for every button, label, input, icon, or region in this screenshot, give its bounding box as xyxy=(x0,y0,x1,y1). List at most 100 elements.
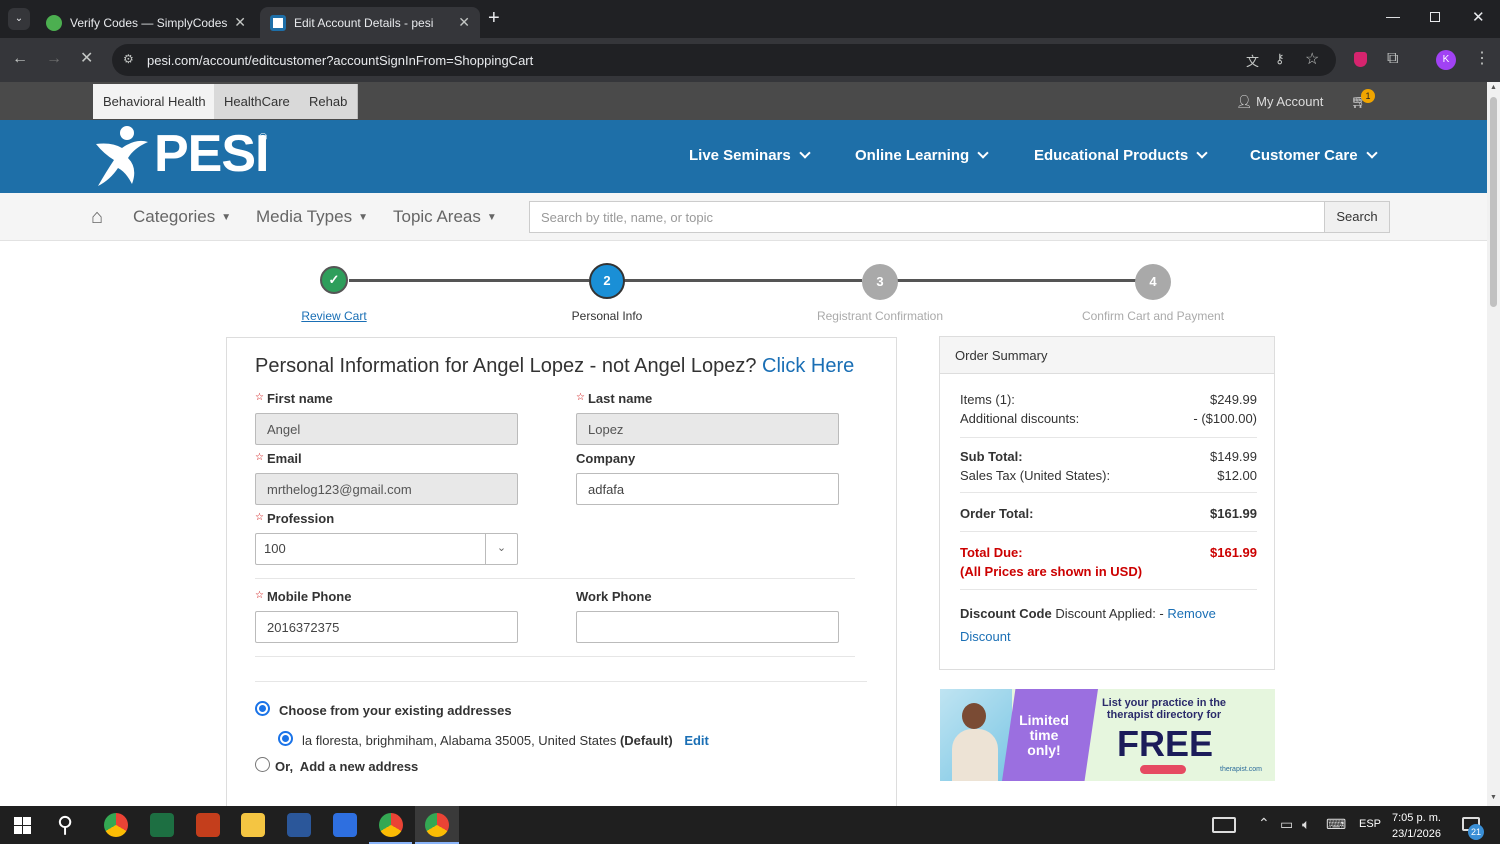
existing-address-radio[interactable] xyxy=(255,701,270,716)
not-you-click-here-link[interactable]: Click Here xyxy=(762,355,854,377)
search-input[interactable]: Search by title, name, or topic xyxy=(529,201,1325,233)
new-address-radio[interactable] xyxy=(255,757,270,772)
clock-time: 7:05 p. m. xyxy=(1392,812,1441,824)
my-account-link[interactable]: 👤︎ My Account xyxy=(1236,94,1323,110)
tab-title: Edit Account Details - pesi xyxy=(294,15,434,30)
stop-loading-icon[interactable]: ✕ xyxy=(80,51,93,67)
media-types-dropdown[interactable]: Media Types ▼ xyxy=(256,207,368,227)
person-head xyxy=(962,703,986,729)
tab-behavioral-health[interactable]: Behavioral Health xyxy=(93,84,217,119)
close-icon[interactable]: ✕ xyxy=(1472,8,1485,26)
close-tab-icon[interactable]: ✕ xyxy=(234,14,246,31)
clock[interactable]: 7:05 p. m. 23/1/2026 xyxy=(1392,810,1441,842)
network-icon[interactable]: ▭ xyxy=(1280,816,1293,833)
therapist-ad-banner[interactable]: Limited time only! List your practice in… xyxy=(940,689,1275,781)
step-1-review-cart[interactable]: ✓ xyxy=(320,266,348,294)
divider xyxy=(960,492,1257,493)
profession-select[interactable]: 100 ⌄ xyxy=(255,533,518,565)
work-phone-field[interactable] xyxy=(576,611,839,643)
last-name-field[interactable]: Lopez xyxy=(576,413,839,445)
chrome-icon xyxy=(379,813,403,837)
back-icon[interactable]: ← xyxy=(12,51,28,67)
home-icon[interactable]: ⌂ xyxy=(91,206,103,229)
chevron-down-icon xyxy=(799,147,811,159)
chrome-icon[interactable] xyxy=(104,813,128,837)
discount-code-row: Discount Code Discount Applied: - Remove… xyxy=(960,602,1240,648)
site-info-icon[interactable]: ⚙ xyxy=(123,52,134,66)
start-windows-icon[interactable] xyxy=(14,817,31,834)
first-name-field[interactable]: Angel xyxy=(255,413,518,445)
pesi-figure-icon xyxy=(96,126,148,186)
topic-areas-dropdown[interactable]: Topic Areas ▼ xyxy=(393,207,497,227)
tab-search-button[interactable]: ⌄ xyxy=(8,8,30,30)
scrollbar-thumb[interactable] xyxy=(1490,97,1497,307)
nav-online-learning[interactable]: Online Learning xyxy=(855,147,989,164)
nav-customer-care[interactable]: Customer Care xyxy=(1250,147,1378,164)
chrome-window-2[interactable] xyxy=(415,806,459,844)
powerpoint-icon[interactable] xyxy=(196,813,220,837)
page-scrollbar[interactable]: ▲ ▼ xyxy=(1487,82,1500,806)
scroll-up-icon[interactable]: ▲ xyxy=(1490,84,1497,91)
forward-icon[interactable]: → xyxy=(46,51,62,67)
company-field[interactable]: adfafa xyxy=(576,473,839,505)
translate-icon[interactable]: 文 xyxy=(1246,51,1259,70)
profession-label: ☆ Profession xyxy=(255,511,334,526)
chrome-window-1[interactable] xyxy=(369,806,412,844)
file-explorer-icon[interactable] xyxy=(241,813,265,837)
order-total-label: Order Total: xyxy=(960,506,1034,521)
discount-applied-text: Discount Applied: - xyxy=(1055,606,1164,621)
profile-avatar[interactable]: K xyxy=(1436,50,1456,70)
address-bar[interactable]: ⚙ pesi.com/account/editcustomer?accountS… xyxy=(112,44,1336,76)
mobile-phone-field[interactable]: 2016372375 xyxy=(255,611,518,643)
scroll-down-icon[interactable]: ▼ xyxy=(1490,794,1497,801)
subtotal-row: Sub Total: $149.99 xyxy=(960,449,1257,464)
extensions-puzzle-icon[interactable]: ⧉ xyxy=(1387,51,1398,67)
label-text: Email xyxy=(266,451,302,466)
pesi-favicon-icon xyxy=(270,14,286,31)
extension-shield-icon[interactable] xyxy=(1354,52,1367,67)
dropdown-label: Categories xyxy=(133,207,216,226)
tax-label: Sales Tax (United States): xyxy=(960,468,1111,483)
email-field[interactable]: mrthelog123@gmail.com xyxy=(255,473,518,505)
chevron-down-icon xyxy=(977,147,989,159)
news-widget-icon[interactable] xyxy=(1212,817,1236,833)
nav-educational-products[interactable]: Educational Products xyxy=(1034,147,1208,164)
tab-rehab[interactable]: Rehab xyxy=(299,84,359,119)
search-icon[interactable]: ⚲ xyxy=(57,812,73,838)
minimize-icon[interactable]: — xyxy=(1386,8,1400,24)
tab-healthcare[interactable]: HealthCare xyxy=(214,84,301,119)
sub-navigation-bar: ⌂ Categories ▼ Media Types ▼ Topic Areas ▼ … xyxy=(0,193,1487,241)
keyboard-icon[interactable]: ⌨ xyxy=(1326,816,1346,833)
nav-live-seminars[interactable]: Live Seminars xyxy=(689,147,811,164)
app-blue-icon[interactable] xyxy=(333,813,357,837)
edit-address-link[interactable]: Edit xyxy=(684,733,709,748)
discounts-row: Additional discounts: - ($100.00) xyxy=(960,411,1257,426)
word-icon[interactable] xyxy=(287,813,311,837)
password-key-icon[interactable]: ⚷ xyxy=(1275,51,1285,67)
language-indicator[interactable]: ESP xyxy=(1359,818,1381,830)
menu-dots-icon[interactable]: ⋮ xyxy=(1474,51,1490,67)
excel-icon[interactable] xyxy=(150,813,174,837)
divider xyxy=(255,578,855,579)
new-address-label[interactable]: Or, Add a new address xyxy=(275,759,418,774)
new-tab-button[interactable]: + xyxy=(488,7,500,30)
items-label: Items (1): xyxy=(960,392,1015,407)
address-option-radio[interactable] xyxy=(278,731,293,746)
pesi-logo[interactable]: PESI ® xyxy=(92,124,272,190)
step-label-review-cart[interactable]: Review Cart xyxy=(234,309,434,323)
ad-cta-button[interactable] xyxy=(1140,765,1186,774)
bookmark-star-icon[interactable]: ☆ xyxy=(1305,49,1319,69)
clock-date: 23/1/2026 xyxy=(1392,828,1441,840)
order-total-value: $161.99 xyxy=(1210,506,1257,521)
usd-note: (All Prices are shown in USD) xyxy=(960,564,1257,579)
step-label-confirm-payment: Confirm Cart and Payment xyxy=(1081,309,1225,323)
tray-chevron-icon[interactable]: ⌃ xyxy=(1258,815,1270,832)
restore-icon[interactable] xyxy=(1430,12,1440,22)
search-button[interactable]: Search xyxy=(1324,201,1390,233)
close-tab-icon[interactable]: ✕ xyxy=(458,14,470,31)
browser-tab-simplycodes[interactable]: Verify Codes — SimplyCodes ✕ xyxy=(36,7,256,38)
my-account-label: My Account xyxy=(1256,94,1324,109)
browser-tab-pesi[interactable]: Edit Account Details - pesi ✕ xyxy=(260,7,480,38)
volume-icon[interactable]: 🔈︎ xyxy=(1302,816,1310,833)
categories-dropdown[interactable]: Categories ▼ xyxy=(133,207,231,227)
